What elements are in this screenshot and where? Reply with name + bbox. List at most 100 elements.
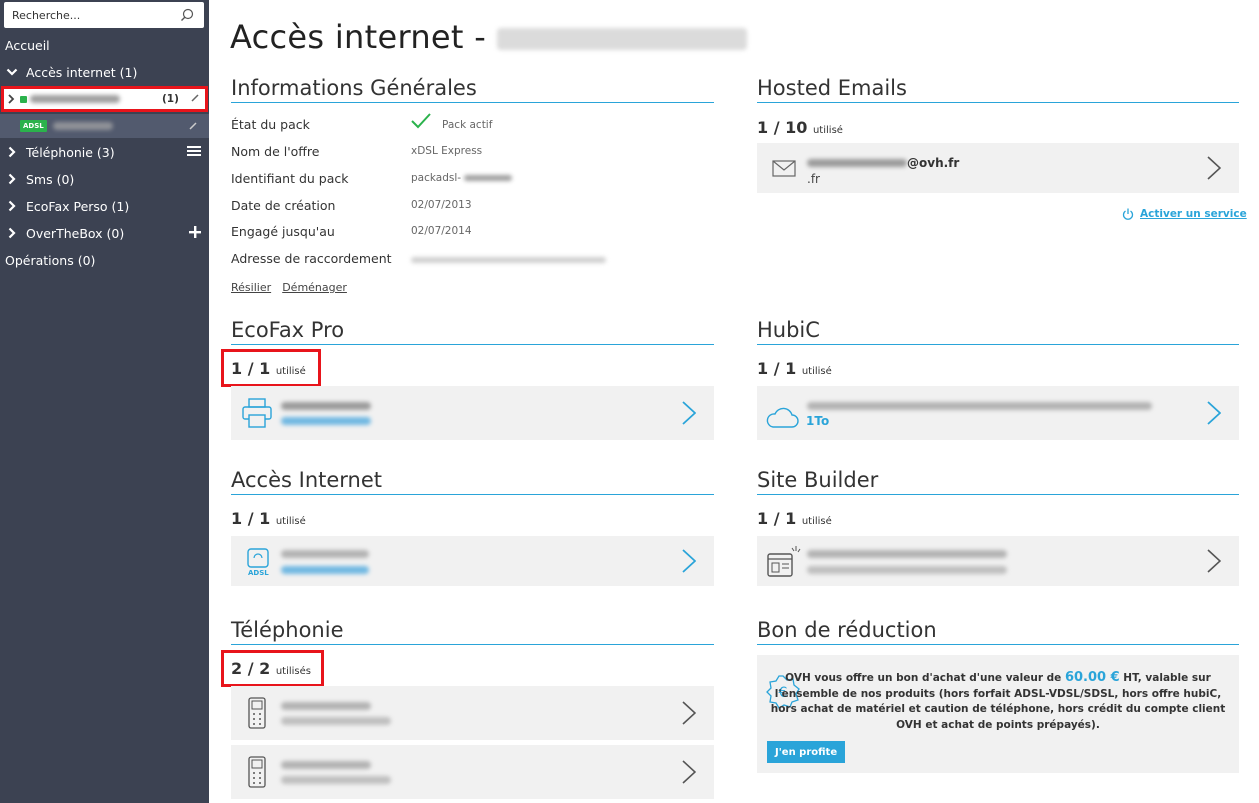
acces-internet-title: Accès Internet <box>231 468 714 495</box>
email-tld: .fr <box>807 172 820 186</box>
nav-ecofax-label: EcoFax Perso (1) <box>26 198 130 214</box>
nav-acces-internet-label: Accès internet (1) <box>26 64 138 80</box>
sidebar: Accueil Accès internet (1) (1) ADSL Télé… <box>0 0 209 803</box>
info-label: État du pack <box>231 117 310 132</box>
hosted-emails-title: Hosted Emails <box>757 76 1239 103</box>
chevron-right-icon <box>8 227 16 239</box>
chevron-down-icon <box>6 68 18 76</box>
voucher-card: € OVH vous offre un bon d'achat d'une va… <box>757 655 1239 773</box>
nav-home-label: Accueil <box>5 37 50 53</box>
envelope-icon <box>772 160 796 177</box>
hosted-emails-count: 1 / 10 utilisé <box>757 118 843 137</box>
voucher-title: Bon de réduction <box>757 618 1239 645</box>
nav-telephonie-label: Téléphonie (3) <box>26 144 115 160</box>
info-value <box>411 254 606 266</box>
demenager-link[interactable]: Déménager <box>282 281 347 294</box>
acces-internet-count: 1 / 1 utilisé <box>231 509 306 528</box>
info-label: Nom de l'offre <box>231 144 320 159</box>
voucher-section: Bon de réduction <box>757 618 1239 645</box>
sidebar-item-adsl[interactable]: ADSL <box>0 114 209 138</box>
hosted-email-card[interactable]: @ovh.fr .fr <box>757 143 1239 193</box>
jen-profite-button[interactable]: J'en profite <box>767 741 846 763</box>
resilier-link[interactable]: Résilier <box>231 281 271 294</box>
edit-icon[interactable] <box>188 121 198 131</box>
site-builder-count: 1 / 1 utilisé <box>757 509 832 528</box>
chevron-right-icon[interactable] <box>682 401 696 425</box>
voucher-text: OVH vous offre un bon d'achat d'une vale… <box>770 670 1226 731</box>
pack-status-icon <box>20 95 27 103</box>
hubic-title: HubiC <box>757 318 1239 345</box>
info-value: packadsl- <box>411 172 513 184</box>
search-icon[interactable] <box>180 8 194 22</box>
plus-icon[interactable] <box>189 226 201 238</box>
telephonie-line-card[interactable] <box>231 745 714 799</box>
modem-icon <box>247 548 269 568</box>
search-input[interactable] <box>4 2 169 28</box>
chevron-right-icon <box>8 200 16 212</box>
chevron-right-icon[interactable] <box>682 701 696 725</box>
nav-operations[interactable]: Opérations (0) <box>0 247 209 273</box>
phone-icon <box>248 756 266 788</box>
nav-operations-label: Opérations (0) <box>5 252 96 268</box>
edit-icon[interactable] <box>190 93 200 103</box>
nav-telephonie[interactable]: Téléphonie (3) <box>0 139 209 165</box>
info-label: Identifiant du pack <box>231 171 349 186</box>
nav-sms[interactable]: Sms (0) <box>0 166 209 192</box>
telephonie-count: 2 / 2 utilisés <box>231 659 311 678</box>
nav-home[interactable]: Accueil <box>0 32 209 58</box>
info-value: 02/07/2013 <box>411 199 472 211</box>
site-builder-section: Site Builder <box>757 468 1239 495</box>
nav-sms-label: Sms (0) <box>26 171 75 187</box>
info-label: Date de création <box>231 198 336 213</box>
acces-internet-card[interactable]: ADSL <box>231 536 714 586</box>
nav-overthebox[interactable]: OverTheBox (0) <box>0 220 209 246</box>
hubic-section: HubiC <box>757 318 1239 345</box>
telephonie-line-card[interactable] <box>231 686 714 740</box>
chevron-right-icon[interactable] <box>1207 549 1221 573</box>
adsl-icon-label: ADSL <box>248 569 269 577</box>
nav-overthebox-label: OverTheBox (0) <box>26 225 125 241</box>
nav-acces-internet[interactable]: Accès internet (1) <box>0 59 209 85</box>
phone-icon <box>248 697 266 729</box>
info-value: Pack actif <box>442 119 493 131</box>
chevron-right-icon <box>8 146 16 158</box>
website-builder-icon <box>767 546 801 577</box>
site-builder-card[interactable] <box>757 536 1239 586</box>
adsl-badge: ADSL <box>20 120 47 132</box>
pack-count: (1) <box>162 93 179 105</box>
chevron-right-icon <box>8 173 16 185</box>
info-label: Adresse de raccordement <box>231 251 392 266</box>
chevron-right-icon <box>8 94 15 104</box>
page-title: Accès internet - <box>230 18 747 56</box>
hubic-card[interactable]: 1To <box>757 386 1239 440</box>
printer-icon <box>242 398 272 428</box>
chevron-right-icon[interactable] <box>1207 401 1221 425</box>
telephonie-section: Téléphonie <box>231 618 714 645</box>
sidebar-item-pack[interactable]: (1) <box>1 86 208 112</box>
ecofax-section: EcoFax Pro <box>231 318 714 345</box>
email-domain: @ovh.fr <box>907 156 960 170</box>
info-label: Engagé jusqu'au <box>231 224 335 239</box>
search-box <box>4 2 204 28</box>
list-icon[interactable] <box>187 145 201 157</box>
power-icon <box>1122 208 1134 220</box>
chevron-right-icon[interactable] <box>682 760 696 784</box>
acces-internet-section: Accès Internet <box>231 468 714 495</box>
general-info-section: Informations Générales État du pack Pack… <box>231 76 714 296</box>
activate-service[interactable]: Activer un service <box>1122 208 1247 220</box>
info-value: xDSL Express <box>411 145 483 157</box>
check-icon <box>411 113 431 129</box>
telephonie-title: Téléphonie <box>231 618 714 645</box>
ecofax-title: EcoFax Pro <box>231 318 714 345</box>
voucher-amount: 60.00 € <box>1064 670 1120 685</box>
ecofax-card[interactable] <box>231 386 714 440</box>
general-info-title: Informations Générales <box>231 76 714 103</box>
info-value: 02/07/2014 <box>411 225 472 237</box>
cloud-icon <box>766 407 799 428</box>
hubic-count: 1 / 1 utilisé <box>757 359 832 378</box>
nav-ecofax[interactable]: EcoFax Perso (1) <box>0 193 209 219</box>
hubic-size: 1To <box>806 414 830 428</box>
chevron-right-icon[interactable] <box>1207 156 1221 180</box>
activate-service-link[interactable]: Activer un service <box>1140 208 1247 220</box>
chevron-right-icon[interactable] <box>682 549 696 573</box>
